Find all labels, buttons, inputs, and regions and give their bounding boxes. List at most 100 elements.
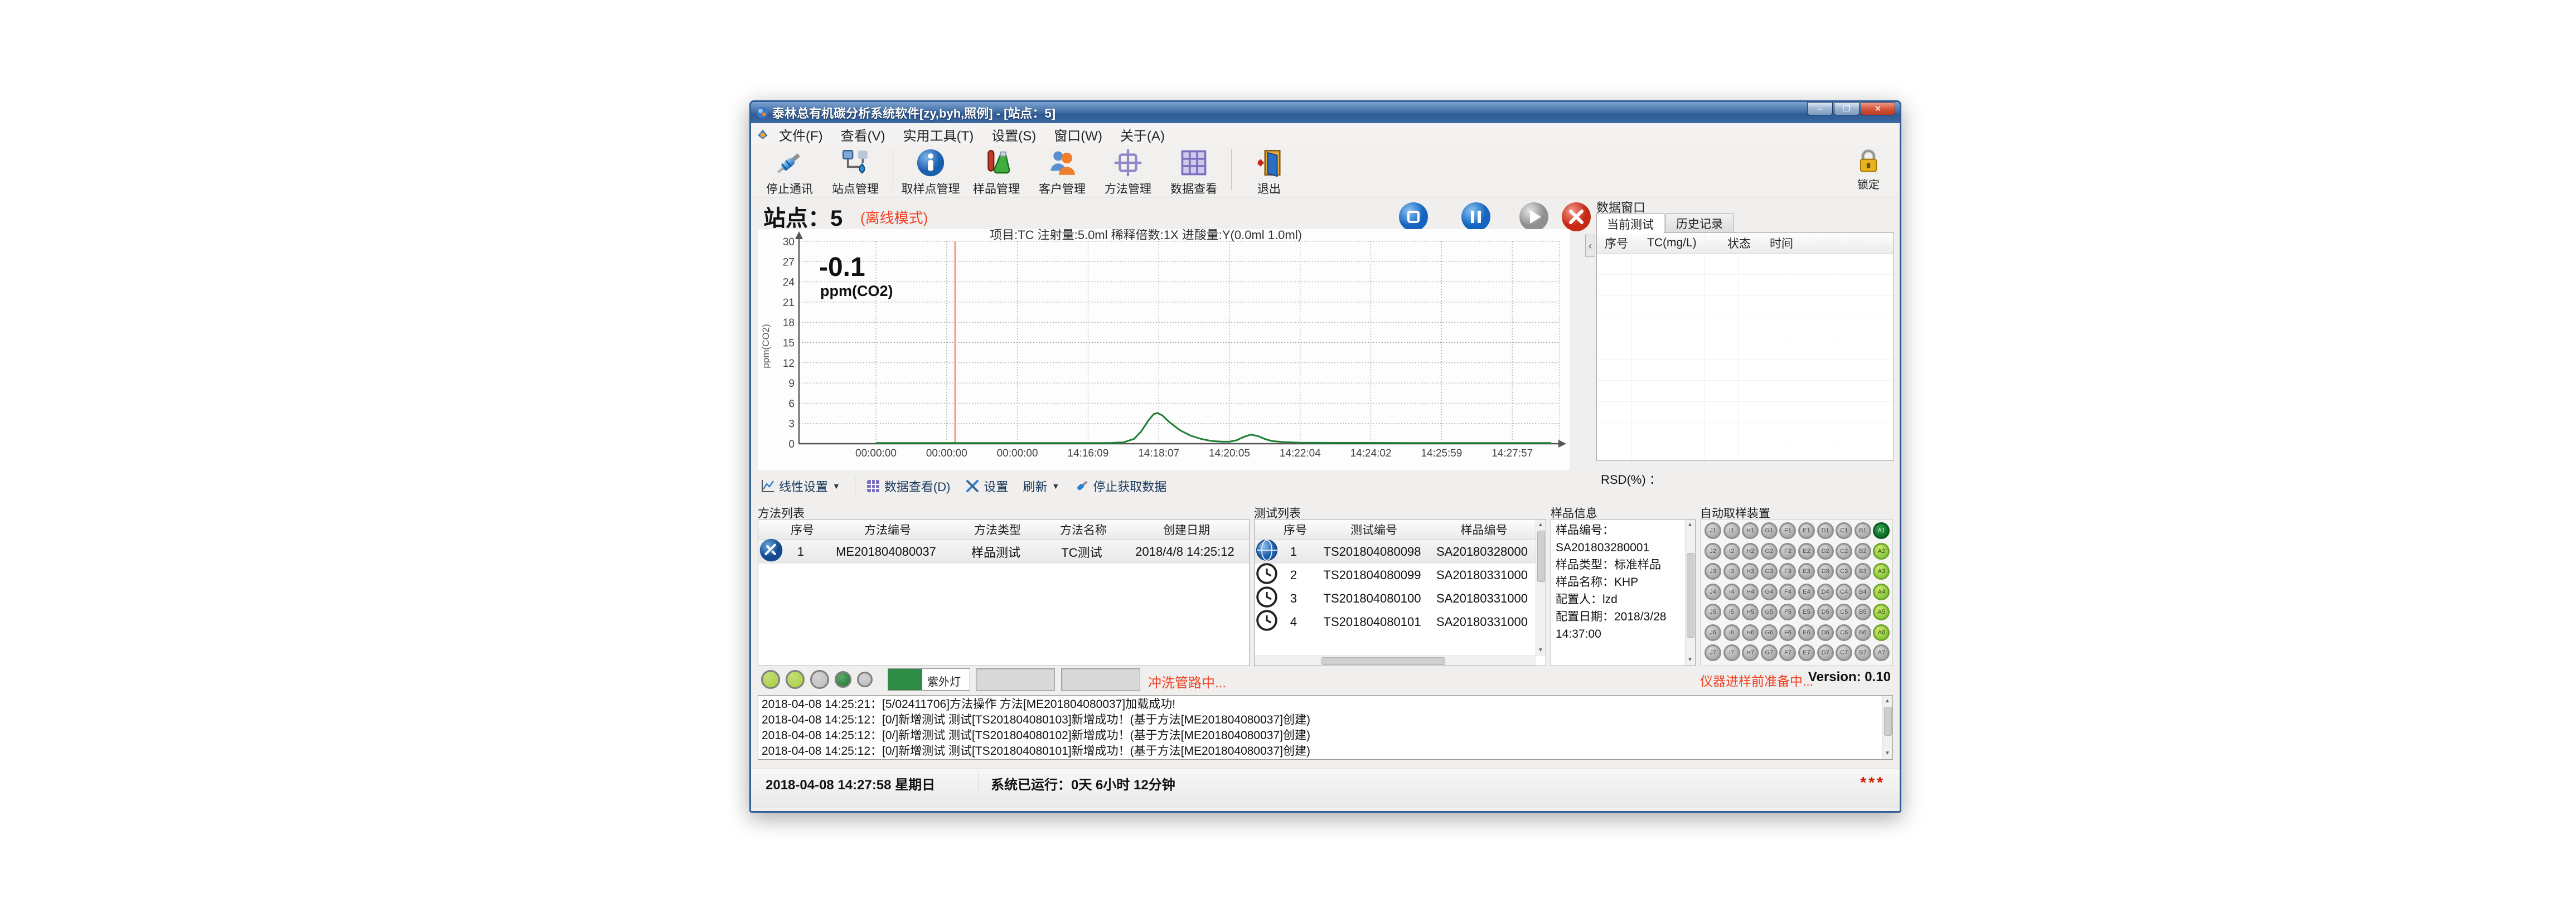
vial-position-G4[interactable]: G4 xyxy=(1761,584,1778,600)
vial-position-B7[interactable]: B7 xyxy=(1854,644,1871,661)
vial-position-A7[interactable]: A7 xyxy=(1873,644,1890,661)
vial-position-G7[interactable]: G7 xyxy=(1761,644,1778,661)
test-list-vscrollbar[interactable]: ▲▼ xyxy=(1536,520,1546,656)
vial-position-F7[interactable]: F7 xyxy=(1779,644,1796,661)
toolbar-button-7[interactable]: 数据查看 xyxy=(1161,145,1227,195)
table-row[interactable]: 1TS201804080098SA201803280001 xyxy=(1255,540,1546,564)
vial-position-D4[interactable]: D4 xyxy=(1817,584,1834,600)
vial-position-I7[interactable]: I7 xyxy=(1723,644,1740,661)
vial-position-D7[interactable]: D7 xyxy=(1817,644,1834,661)
vial-position-I4[interactable]: I4 xyxy=(1723,584,1740,600)
vial-position-F6[interactable]: F6 xyxy=(1779,624,1796,641)
scroll-down-icon[interactable]: ▼ xyxy=(1883,749,1892,758)
vial-position-H4[interactable]: H4 xyxy=(1742,584,1759,600)
table-row[interactable]: 3TS201804080100SA201803310001 xyxy=(1255,587,1546,610)
vial-position-J7[interactable]: J7 xyxy=(1705,644,1721,661)
chart-toolbar-item-2[interactable]: 数据查看(D) xyxy=(865,477,951,495)
vial-position-I5[interactable]: I5 xyxy=(1723,604,1740,620)
vial-position-J4[interactable]: J4 xyxy=(1705,584,1721,600)
vial-position-F1[interactable]: F1 xyxy=(1779,522,1796,539)
method-list-table[interactable]: 序号方法编号方法类型方法名称创建日期1ME201804080037样品测试TC测… xyxy=(758,519,1250,666)
vial-position-H7[interactable]: H7 xyxy=(1742,644,1759,661)
menu-item-2[interactable]: 查看(V) xyxy=(832,125,894,144)
vial-position-B5[interactable]: B5 xyxy=(1854,604,1871,620)
start-run-button[interactable] xyxy=(1518,201,1550,232)
vial-position-A4[interactable]: A4 xyxy=(1873,584,1890,600)
vial-position-H5[interactable]: H5 xyxy=(1742,604,1759,620)
vial-position-A2[interactable]: A2 xyxy=(1873,543,1890,560)
lock-button[interactable]: 锁定 xyxy=(1845,147,1892,196)
test-list-table[interactable]: 序号测试编号样品编号1TS201804080098SA2018032800012… xyxy=(1254,519,1546,666)
vial-position-I3[interactable]: I3 xyxy=(1723,563,1740,580)
chart-toolbar-item-5[interactable]: 停止获取数据 xyxy=(1074,477,1166,495)
vial-position-D1[interactable]: D1 xyxy=(1817,522,1834,539)
vial-position-C4[interactable]: C4 xyxy=(1836,584,1852,600)
chart-toolbar-item-1[interactable]: 线性设置▼ xyxy=(760,477,840,495)
vial-position-C7[interactable]: C7 xyxy=(1836,644,1852,661)
vial-position-C2[interactable]: C2 xyxy=(1836,543,1852,560)
chart-toolbar-item-3[interactable]: 设置 xyxy=(965,477,1008,495)
menu-item-3[interactable]: 实用工具(T) xyxy=(894,125,983,144)
vial-position-A3[interactable]: A3 xyxy=(1873,563,1890,580)
toolbar-button-4[interactable]: 样品管理 xyxy=(963,145,1029,195)
vial-position-I2[interactable]: I2 xyxy=(1723,543,1740,560)
toolbar-button-8[interactable]: 退出 xyxy=(1236,145,1302,195)
stop-run-button[interactable] xyxy=(1398,201,1429,232)
vial-position-H1[interactable]: H1 xyxy=(1742,522,1759,539)
vial-position-I1[interactable]: I1 xyxy=(1723,522,1740,539)
vial-position-B4[interactable]: B4 xyxy=(1854,584,1871,600)
vial-position-C3[interactable]: C3 xyxy=(1836,563,1852,580)
toolbar-button-1[interactable]: 停止通讯 xyxy=(757,145,822,195)
vial-position-B1[interactable]: B1 xyxy=(1854,522,1871,539)
vial-position-J3[interactable]: J3 xyxy=(1705,563,1721,580)
vial-position-E2[interactable]: E2 xyxy=(1798,543,1815,560)
table-row[interactable]: 2TS201804080099SA201803310000 xyxy=(1255,564,1546,587)
close-button[interactable]: ✕ xyxy=(1861,102,1895,115)
vial-position-E6[interactable]: E6 xyxy=(1798,624,1815,641)
vial-position-F5[interactable]: F5 xyxy=(1779,604,1796,620)
uv-lamp-indicator[interactable]: 紫外灯 xyxy=(888,668,970,691)
vial-position-J2[interactable]: J2 xyxy=(1705,543,1721,560)
vial-position-J1[interactable]: J1 xyxy=(1705,522,1721,539)
vial-position-D5[interactable]: D5 xyxy=(1817,604,1834,620)
vial-position-J6[interactable]: J6 xyxy=(1705,624,1721,641)
signal-chart[interactable]: 03691215182124273000:00:0000:00:0000:00:… xyxy=(758,229,1570,470)
vial-position-G3[interactable]: G3 xyxy=(1761,563,1778,580)
pause-run-button[interactable] xyxy=(1460,201,1492,232)
toolbar-button-3[interactable]: 取样点管理 xyxy=(898,145,963,195)
toolbar-button-5[interactable]: 客户管理 xyxy=(1029,145,1095,195)
toolbar-button-6[interactable]: 方法管理 xyxy=(1095,145,1161,195)
vial-position-F4[interactable]: F4 xyxy=(1779,584,1796,600)
vial-position-I6[interactable]: I6 xyxy=(1723,624,1740,641)
table-row[interactable]: 4TS201804080101SA201803310002 xyxy=(1255,610,1546,634)
vial-position-J5[interactable]: J5 xyxy=(1705,604,1721,620)
vial-position-A1[interactable]: A1 xyxy=(1873,522,1890,539)
vial-position-C5[interactable]: C5 xyxy=(1836,604,1852,620)
vial-position-H3[interactable]: H3 xyxy=(1742,563,1759,580)
menu-item-4[interactable]: 设置(S) xyxy=(982,125,1045,144)
vial-position-G5[interactable]: G5 xyxy=(1761,604,1778,620)
log-scrollbar[interactable]: ▲ ▼ xyxy=(1882,696,1892,759)
test-list-hscrollbar[interactable] xyxy=(1255,656,1536,666)
vial-position-E7[interactable]: E7 xyxy=(1798,644,1815,661)
title-bar[interactable]: 泰林总有机碳分析系统软件[zy,byh,照例] - [站点：5] – ❐ ✕ xyxy=(751,102,1900,123)
vial-position-G2[interactable]: G2 xyxy=(1761,543,1778,560)
vial-position-D2[interactable]: D2 xyxy=(1817,543,1834,560)
minimize-button[interactable]: – xyxy=(1807,102,1833,115)
menu-item-5[interactable]: 窗口(W) xyxy=(1045,125,1111,144)
vial-position-A6[interactable]: A6 xyxy=(1873,624,1890,641)
toolbar-button-2[interactable]: 站点管理 xyxy=(822,145,888,195)
vial-position-H6[interactable]: H6 xyxy=(1742,624,1759,641)
event-log[interactable]: 2018-04-08 14:25:21：[5/02411706]方法操作 方法[… xyxy=(758,695,1893,760)
vial-position-E3[interactable]: E3 xyxy=(1798,563,1815,580)
vial-position-B3[interactable]: B3 xyxy=(1854,563,1871,580)
vial-position-F3[interactable]: F3 xyxy=(1779,563,1796,580)
vial-position-G6[interactable]: G6 xyxy=(1761,624,1778,641)
scroll-up-icon[interactable]: ▲ xyxy=(1686,521,1694,530)
collapse-panel-button[interactable]: ‹ xyxy=(1585,235,1595,257)
sample-info-scrollbar[interactable]: ▲ ▼ xyxy=(1685,520,1695,666)
data-window-table[interactable]: 序号TC(mg/L)状态时间 xyxy=(1596,232,1894,461)
vial-position-D3[interactable]: D3 xyxy=(1817,563,1834,580)
vial-position-E4[interactable]: E4 xyxy=(1798,584,1815,600)
vial-position-E1[interactable]: E1 xyxy=(1798,522,1815,539)
